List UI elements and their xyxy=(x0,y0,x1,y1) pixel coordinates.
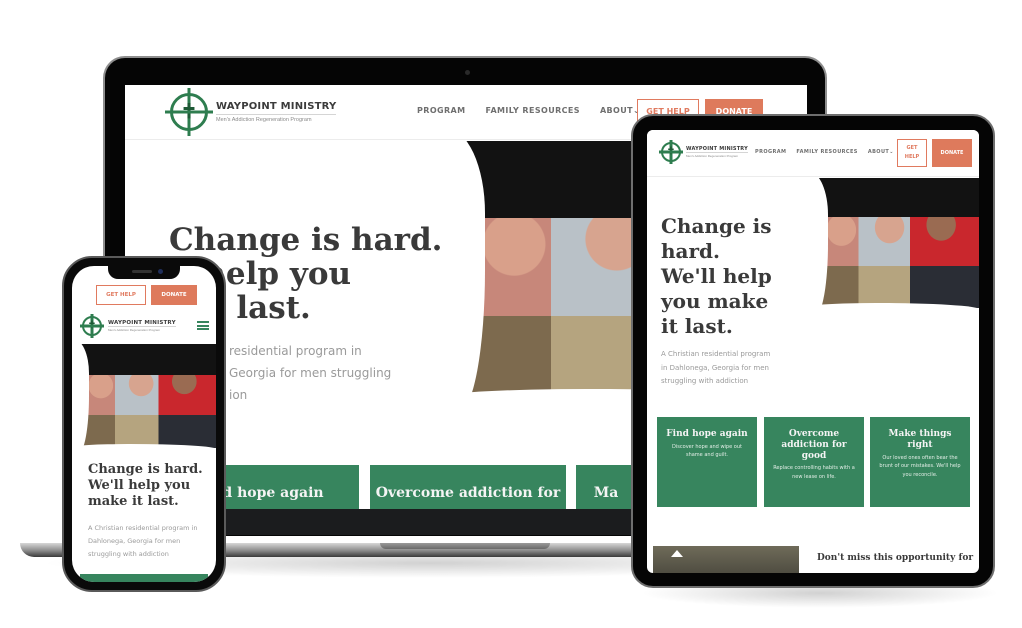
phone-donate-button[interactable]: DONATE xyxy=(151,285,197,305)
tablet-nav: PROGRAM FAMILY RESOURCES ABOUT⌄ xyxy=(755,149,894,155)
tablet-hero-subtitle: A Christian residential program in Dahlo… xyxy=(661,350,771,385)
tablet-get-help-button[interactable]: GET HELP xyxy=(897,139,927,167)
tablet-site-header: ✝ WAYPOINT MINISTRY Men's Addiction Rege… xyxy=(647,130,979,177)
brand-name: WAYPOINT MINISTRY xyxy=(216,101,337,112)
phone-get-help-button[interactable]: GET HELP xyxy=(96,285,146,305)
phone-screen: GET HELP DONATE ✝ WAYPOINT MINISTRY Men'… xyxy=(72,266,216,582)
tablet-group-photo xyxy=(807,178,979,308)
tablet-card-overcome-addiction[interactable]: Overcome addiction for good Replace cont… xyxy=(764,417,864,507)
card-overcome-addiction[interactable]: Overcome addiction for xyxy=(370,465,566,513)
tablet-donate-button[interactable]: DONATE xyxy=(932,139,972,167)
phone-hero-title: Change is hard. We'll help you make it l… xyxy=(88,462,203,509)
phone-hero-subtitle: A Christian residential program in Dahlo… xyxy=(88,524,198,558)
phone-card-find-hope[interactable] xyxy=(80,574,208,582)
tablet-card-find-hope[interactable]: Find hope again Discover hope and wipe o… xyxy=(657,417,757,507)
main-nav: PROGRAM FAMILY RESOURCES ABOUT⌄ xyxy=(417,106,640,115)
phone-group-photo xyxy=(72,344,216,448)
compass-cross-icon: ✝ xyxy=(661,142,681,162)
site-logo[interactable]: ✝ WAYPOINT MINISTRY Men's Addiction Rege… xyxy=(170,93,337,131)
card-make-things-right[interactable]: Ma xyxy=(576,465,636,513)
phone-notch xyxy=(108,266,180,279)
nav-family-resources[interactable]: FAMILY RESOURCES xyxy=(796,149,857,155)
nav-about[interactable]: ABOUT⌄ xyxy=(868,149,894,155)
nav-family-resources[interactable]: FAMILY RESOURCES xyxy=(486,106,580,115)
compass-cross-icon: ✝ xyxy=(170,93,208,131)
nav-program[interactable]: PROGRAM xyxy=(417,106,466,115)
tablet-section-heading: Don't miss this opportunity for xyxy=(817,553,974,563)
scroll-up-icon[interactable] xyxy=(671,550,683,557)
tablet-landscape-image xyxy=(653,546,799,573)
nav-program[interactable]: PROGRAM xyxy=(755,149,786,155)
tablet-site-logo[interactable]: ✝ WAYPOINT MINISTRY Men's Addiction Rege… xyxy=(661,142,748,162)
hamburger-menu-icon[interactable] xyxy=(197,321,209,330)
hero-subtitle: residential program in Georgia for men s… xyxy=(229,344,392,402)
tablet-card-make-things-right[interactable]: Make things right Our loved ones often b… xyxy=(870,417,970,507)
brand-tagline: Men's Addiction Regeneration Program xyxy=(216,114,337,123)
tablet-screen: ✝ WAYPOINT MINISTRY Men's Addiction Rege… xyxy=(647,130,979,573)
tablet-hero-title: Change is hard. We'll help you make it l… xyxy=(661,214,772,338)
chevron-down-icon: ⌄ xyxy=(889,149,894,155)
phone-site-logo[interactable]: ✝ WAYPOINT MINISTRY Men's Addiction Rege… xyxy=(82,316,176,336)
laptop-trackpad-notch xyxy=(380,543,550,549)
tablet-device: ✝ WAYPOINT MINISTRY Men's Addiction Rege… xyxy=(631,114,995,588)
nav-about[interactable]: ABOUT⌄ xyxy=(600,106,640,115)
phone-device: GET HELP DONATE ✝ WAYPOINT MINISTRY Men'… xyxy=(62,256,226,592)
compass-cross-icon: ✝ xyxy=(82,316,102,336)
laptop-camera xyxy=(465,70,470,75)
